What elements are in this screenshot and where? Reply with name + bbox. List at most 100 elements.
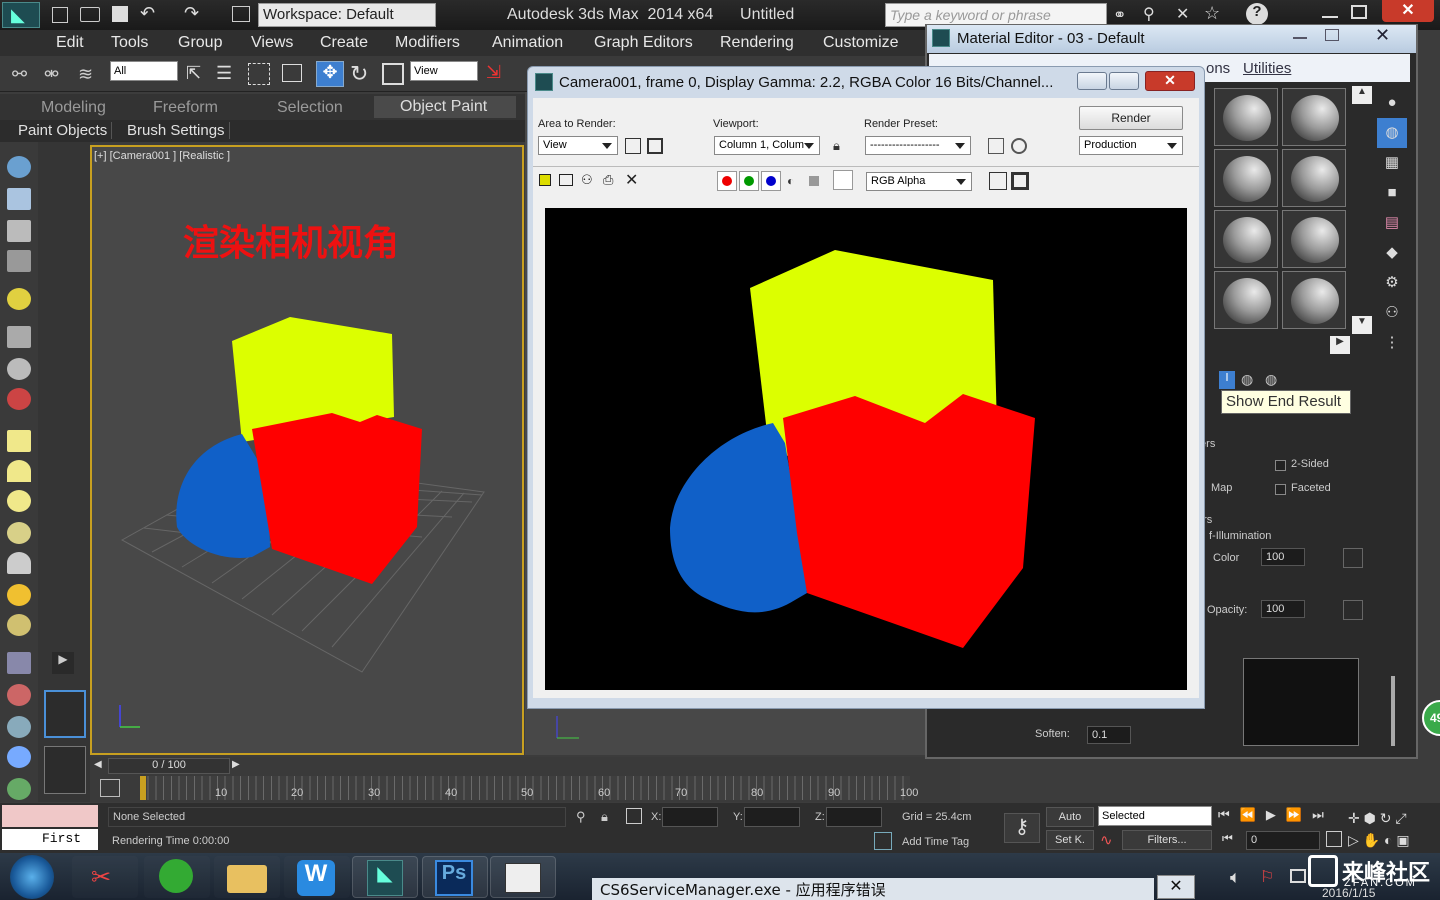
z-coordinate-field[interactable] (826, 807, 882, 827)
sphere-icon[interactable] (7, 490, 31, 512)
lock-selection-icon[interactable]: 🔒︎ (601, 809, 608, 825)
material-minimize-icon[interactable] (1293, 37, 1307, 39)
render-preset-dropdown[interactable]: ------------------- (865, 136, 971, 155)
camera-icon[interactable] (7, 326, 31, 348)
material-slot[interactable] (1214, 271, 1278, 329)
ref-coord-dropdown[interactable]: View (410, 61, 478, 81)
material-maximize-icon[interactable] (1325, 29, 1339, 41)
table-icon[interactable] (7, 250, 31, 272)
menu-edit[interactable]: Edit (56, 34, 84, 52)
taskbar-photoshop-icon[interactable]: Ps (422, 856, 488, 898)
next-frame-icon[interactable]: ⏩ (1286, 807, 1312, 822)
backlight-icon[interactable]: ◍ (1377, 118, 1407, 148)
self-illum-spinner[interactable]: 100 (1261, 548, 1305, 566)
uv-tiling-icon[interactable]: ■ (1377, 178, 1407, 208)
save-icon[interactable] (112, 6, 128, 22)
tab-selection[interactable]: Selection (277, 99, 343, 117)
material-slot[interactable] (1214, 210, 1278, 268)
project-folder-icon[interactable] (232, 6, 250, 22)
tab-object-paint[interactable]: Object Paint (374, 96, 516, 118)
render-close-icon[interactable]: ✕ (1145, 71, 1195, 91)
cone-icon[interactable] (7, 552, 31, 574)
time-tag-icon[interactable] (874, 832, 892, 850)
start-orb-icon[interactable] (10, 855, 54, 899)
favorites-icon[interactable]: ☆ (1204, 3, 1220, 24)
tray-network-icon[interactable]: ⚐ (1260, 867, 1274, 887)
save-image-icon[interactable] (539, 174, 551, 186)
menu-modifiers[interactable]: Modifiers (395, 34, 460, 52)
material-slot[interactable] (1282, 210, 1346, 268)
menu-tools[interactable]: Tools (111, 34, 148, 52)
maxscript-mini-listener[interactable]: First (2, 829, 98, 850)
slots-scroll-right-icon[interactable]: ▶ (1330, 336, 1350, 354)
display-channel-dropdown[interactable]: RGB Alpha (866, 172, 972, 191)
slots-scroll-down-icon[interactable]: ▼ (1352, 316, 1372, 334)
link-icon[interactable]: ⚯ (12, 64, 27, 85)
selection-filter-dropdown[interactable]: All (110, 61, 178, 81)
layout-two-pane-icon[interactable] (44, 690, 86, 738)
alpha-channel-icon[interactable]: ◐ (787, 174, 794, 188)
key-filters-button[interactable]: Filters... (1122, 830, 1212, 850)
menu-views[interactable]: Views (251, 34, 293, 52)
taskbar-3dsmax-icon[interactable]: ◣ (352, 856, 418, 898)
material-scrollbar[interactable] (1391, 676, 1395, 746)
current-frame-field[interactable]: 0 (1246, 831, 1320, 850)
help-search-icon[interactable]: ⚲ (1143, 4, 1155, 24)
add-time-tag[interactable]: Add Time Tag (902, 836, 969, 848)
faceted-checkbox[interactable] (1275, 484, 1286, 495)
time-next-icon[interactable]: ▶ (232, 759, 246, 773)
select-by-name-icon[interactable]: ☰ (216, 63, 232, 84)
select-by-material-icon[interactable]: ⚇ (1377, 298, 1407, 328)
background-icon[interactable]: ▦ (1377, 148, 1407, 178)
pin-icon[interactable]: ⚲ (576, 809, 586, 825)
make-preview-icon[interactable]: ◆ (1377, 238, 1407, 268)
select-object-icon[interactable]: ⇱ (186, 63, 201, 84)
taskbar-browser-icon[interactable] (144, 856, 210, 898)
new-file-icon[interactable] (52, 7, 68, 23)
menu-customize[interactable]: Customize (823, 34, 899, 52)
taskbar-snipping-tool-icon[interactable]: ✂ (72, 856, 138, 898)
x-coordinate-field[interactable] (662, 807, 718, 827)
gear-icon[interactable] (7, 746, 31, 768)
ball-icon[interactable] (7, 614, 31, 636)
color-check-icon[interactable]: ▤ (1377, 208, 1407, 238)
two-sided-checkbox[interactable] (1275, 460, 1286, 471)
material-close-icon[interactable]: ✕ (1375, 25, 1390, 46)
tab-freeform[interactable]: Freeform (153, 99, 218, 117)
render-frame-icon[interactable] (7, 188, 31, 210)
track-view-icon[interactable] (100, 779, 120, 797)
production-mode-dropdown[interactable]: Production (1079, 136, 1183, 155)
speaker-icon[interactable] (7, 358, 31, 380)
opacity-map-button[interactable] (1343, 600, 1363, 620)
go-parent-icon[interactable]: ◍ (1265, 371, 1277, 388)
swatch-color[interactable] (833, 170, 853, 190)
soften-spinner[interactable]: 0.1 (1087, 726, 1131, 744)
taskbar-explorer-icon[interactable] (214, 856, 280, 898)
y-coordinate-field[interactable] (744, 807, 800, 827)
undo-icon[interactable]: ↶ (140, 3, 155, 24)
taskbar-word-icon[interactable]: W (284, 856, 350, 898)
menu-animation[interactable]: Animation (492, 34, 563, 52)
tray-monitor-icon[interactable] (1290, 869, 1306, 883)
print-image-icon[interactable]: ⎙ (603, 172, 613, 188)
open-file-icon[interactable] (80, 7, 100, 22)
pan-icon[interactable]: ✋ (1363, 832, 1380, 848)
viewport-label[interactable]: [+] [Camera001 ] [Realistic ] (94, 150, 230, 162)
slots-scroll-up-icon[interactable]: ▲ (1352, 86, 1372, 104)
floating-badge[interactable]: 49 (1422, 700, 1440, 736)
material-slot[interactable] (1214, 149, 1278, 207)
edit-region-icon[interactable] (625, 138, 641, 154)
expand-arrow-icon[interactable]: ▶ (52, 652, 74, 674)
menu-graph-editors[interactable]: Graph Editors (594, 34, 693, 52)
play-icon[interactable]: ▶ (1266, 807, 1286, 822)
tab-modeling[interactable]: Modeling (41, 99, 106, 117)
material-slot[interactable] (1214, 88, 1278, 146)
workspace-dropdown[interactable]: Workspace: Default (258, 3, 436, 27)
toggle-ui-icon[interactable] (1011, 172, 1029, 190)
material-slot[interactable] (1282, 149, 1346, 207)
green-channel-icon[interactable] (739, 171, 759, 191)
render-button[interactable]: Render (1079, 106, 1183, 130)
zoom-all-icon[interactable]: ⬢ (1364, 810, 1376, 826)
show-end-result-icon[interactable]: ◍ (1241, 371, 1253, 388)
red-channel-icon[interactable] (717, 171, 737, 191)
